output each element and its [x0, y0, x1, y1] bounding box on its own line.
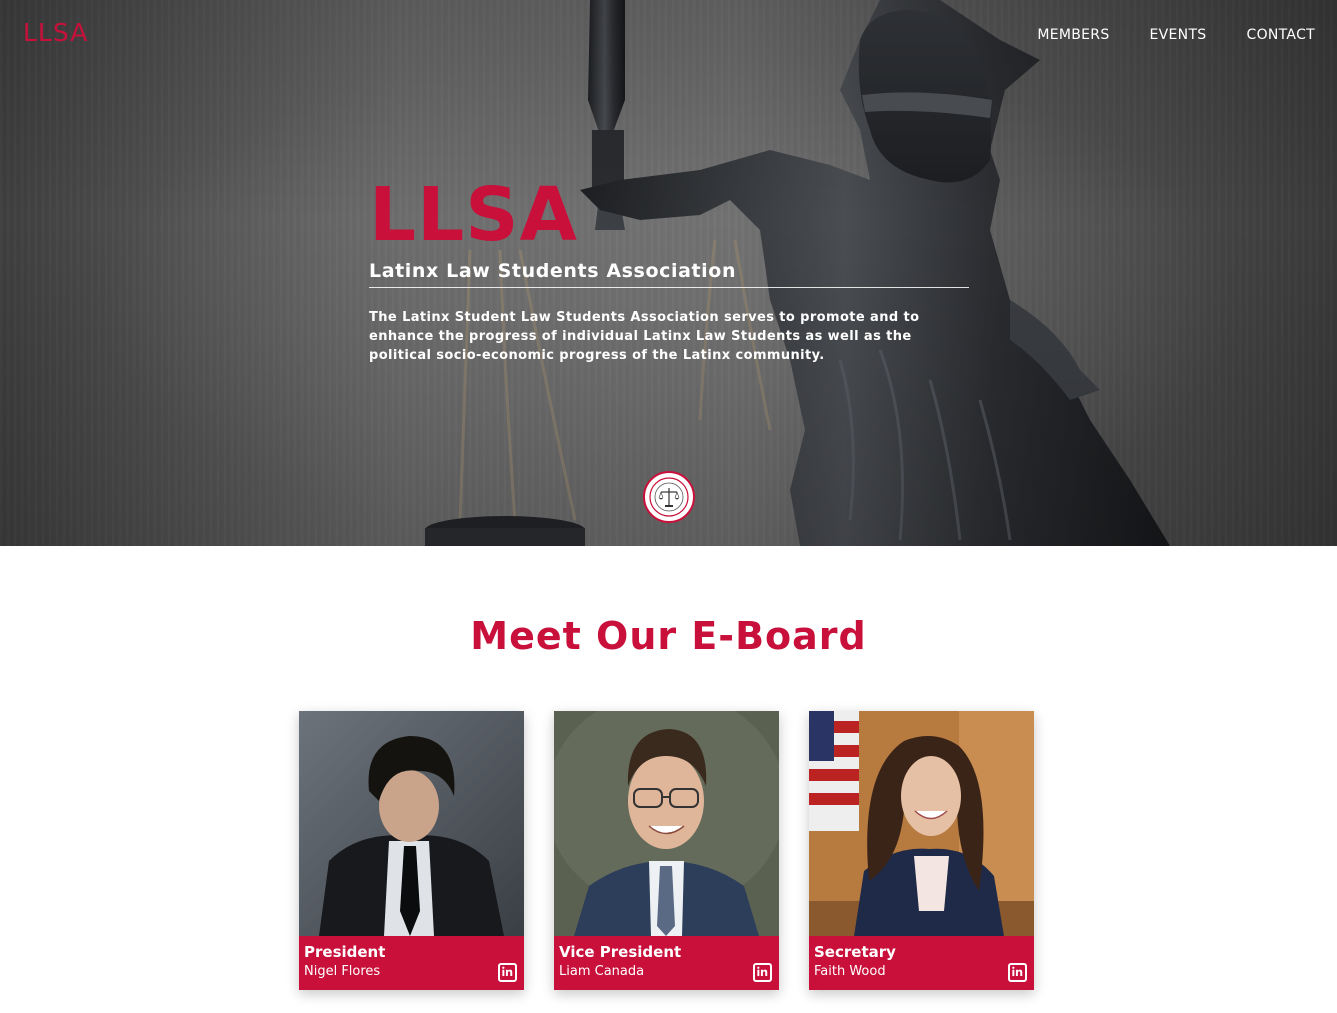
member-role: Vice President	[559, 943, 682, 961]
secretary-photo	[809, 711, 1034, 936]
president-photo	[299, 711, 524, 936]
nav-events[interactable]: EVENTS	[1150, 27, 1207, 43]
site-logo[interactable]: LLSA	[23, 18, 88, 47]
hero-section: LLSA MEMBERS EVENTS CONTACT LLSA Latinx …	[0, 0, 1337, 546]
card-info: President Nigel Flores	[299, 936, 524, 990]
member-name: Liam Canada	[559, 964, 645, 979]
linkedin-icon[interactable]	[1008, 963, 1027, 982]
member-role: Secretary	[814, 943, 896, 961]
eboard-card-vice-president: Vice President Liam Canada	[554, 711, 779, 990]
main-nav: MEMBERS EVENTS CONTACT	[1037, 27, 1315, 43]
member-name: Faith Wood	[814, 964, 886, 979]
nav-members[interactable]: MEMBERS	[1037, 27, 1109, 43]
hero-content: LLSA Latinx Law Students Association The…	[369, 175, 969, 365]
card-info: Vice President Liam Canada	[554, 936, 779, 990]
eboard-card-secretary: Secretary Faith Wood	[809, 711, 1034, 990]
eboard-title: Meet Our E-Board	[470, 614, 867, 658]
eboard-card-president: President Nigel Flores	[299, 711, 524, 990]
linkedin-icon[interactable]	[753, 963, 772, 982]
linkedin-icon[interactable]	[498, 963, 517, 982]
member-role: President	[304, 943, 386, 961]
vice-president-photo	[554, 711, 779, 936]
member-name: Nigel Flores	[304, 964, 381, 979]
card-info: Secretary Faith Wood	[809, 936, 1034, 990]
hero-description: The Latinx Student Law Students Associat…	[369, 310, 920, 363]
scales-seal-icon	[643, 471, 695, 523]
hero-subtitle: Latinx Law Students Association	[369, 260, 969, 288]
nav-contact[interactable]: CONTACT	[1247, 27, 1316, 43]
hero-title: LLSA	[369, 172, 578, 258]
